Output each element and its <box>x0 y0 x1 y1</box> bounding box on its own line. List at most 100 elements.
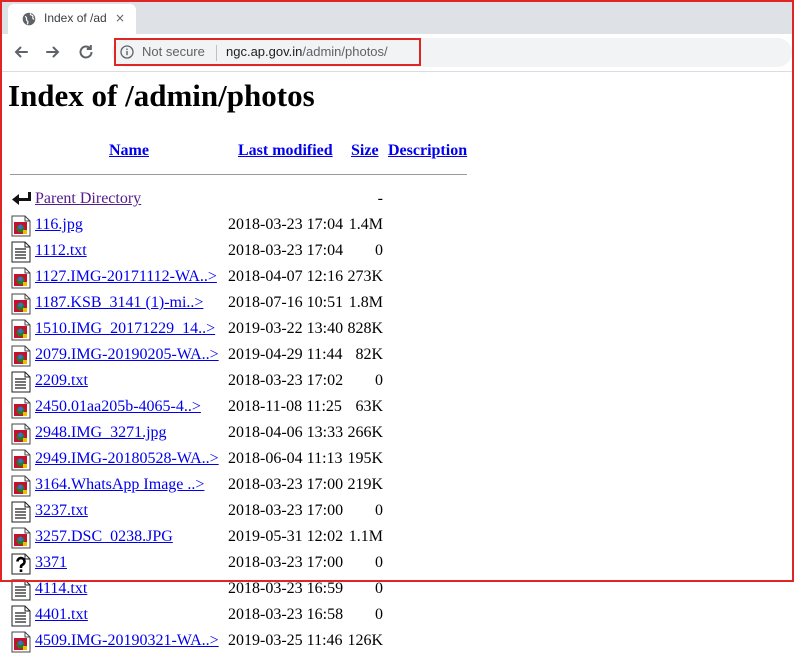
table-row: 4114.txt 2018-03-23 16:59 0 <box>0 576 480 602</box>
page-title: Index of /admin/photos <box>8 78 315 113</box>
file-link[interactable]: 3164.WhatsApp Image ..> <box>35 476 204 494</box>
last-modified-cell: 2018-03-23 16:58 <box>228 606 344 623</box>
last-modified-cell: 2018-07-16 10:51 <box>228 294 344 311</box>
table-row: 3371 2018-03-23 17:00 0 <box>0 550 480 576</box>
last-modified-cell: 2018-03-23 17:02 <box>228 372 344 389</box>
size-cell: 82K <box>355 346 383 363</box>
image-icon[interactable] <box>11 449 31 471</box>
size-cell: 1.8M <box>348 294 383 311</box>
unknown-icon[interactable] <box>11 553 31 575</box>
reload-button[interactable] <box>75 41 97 63</box>
last-modified-cell: 2018-04-07 12:16 <box>228 268 344 285</box>
file-link[interactable]: 4509.IMG-20190321-WA..> <box>35 632 219 650</box>
size-cell: 828K <box>347 320 383 337</box>
table-row: 3257.DSC_0238.JPG 2019-05-31 12:02 1.1M <box>0 524 480 550</box>
file-link[interactable]: 4114.txt <box>35 580 87 598</box>
table-row: 1187.KSB_3141 (1)-mi..> 2018-07-16 10:51 1… <box>0 290 480 316</box>
last-modified-cell: 2018-03-23 17:04 <box>228 242 344 259</box>
file-link[interactable]: 2450.01aa205b-4065-4..> <box>35 398 201 416</box>
size-cell: - <box>377 190 383 207</box>
file-link[interactable]: 1187.KSB_3141 (1)-mi..> <box>35 294 203 312</box>
size-cell: 0 <box>375 606 383 623</box>
globe-icon <box>22 12 36 26</box>
file-link[interactable]: 2209.txt <box>35 372 88 390</box>
last-modified-cell: 2018-04-06 13:33 <box>228 424 344 441</box>
image-icon[interactable] <box>11 293 31 315</box>
last-modified-cell: 2018-11-08 11:25 <box>228 398 342 415</box>
text-icon[interactable] <box>11 501 31 523</box>
column-header-size[interactable]: Size <box>351 142 379 160</box>
image-icon[interactable] <box>11 631 31 653</box>
last-modified-cell: 2018-03-23 17:00 <box>228 502 344 519</box>
last-modified-cell: 2018-03-23 17:00 <box>228 554 344 571</box>
column-header-last-modified[interactable]: Last modified <box>238 142 333 160</box>
last-modified-cell: 2018-03-23 17:00 <box>228 476 344 493</box>
image-icon[interactable] <box>11 345 31 367</box>
header-divider <box>10 174 467 175</box>
parent-directory-row: Parent Directory - <box>0 186 480 212</box>
reload-icon <box>79 45 93 59</box>
size-cell: 126K <box>347 632 383 649</box>
table-row: 4401.txt 2018-03-23 16:58 0 <box>0 602 480 628</box>
text-icon[interactable] <box>11 241 31 263</box>
file-link[interactable]: 1127.IMG-20171112-WA..> <box>35 268 217 286</box>
tab-title: Index of /ad <box>44 11 106 25</box>
size-cell: 219K <box>347 476 383 493</box>
image-icon[interactable] <box>11 215 31 237</box>
size-cell: 273K <box>347 268 383 285</box>
file-link[interactable]: 3257.DSC_0238.JPG <box>35 528 173 546</box>
table-row: 3237.txt 2018-03-23 17:00 0 <box>0 498 480 524</box>
last-modified-cell: 2019-03-25 11:46 <box>228 632 343 649</box>
table-row: 116.jpg 2018-03-23 17:04 1.4M <box>0 212 480 238</box>
table-row: 2209.txt 2018-03-23 17:02 0 <box>0 368 480 394</box>
last-modified-cell: 2019-05-31 12:02 <box>228 528 344 545</box>
column-header-description[interactable]: Description <box>388 142 467 160</box>
parent-directory-link[interactable]: Parent Directory <box>35 190 141 208</box>
last-modified-cell: 2019-04-29 11:44 <box>228 346 343 363</box>
close-icon[interactable]: × <box>112 10 128 26</box>
column-header-name[interactable]: Name <box>109 142 149 160</box>
file-link[interactable]: 2079.IMG-20190205-WA..> <box>35 346 219 364</box>
table-row: 2079.IMG-20190205-WA..> 2019-04-29 11:44 8… <box>0 342 480 368</box>
table-row: 2948.IMG_3271.jpg 2018-04-06 13:33 266K <box>0 420 480 446</box>
text-icon[interactable] <box>11 579 31 601</box>
size-cell: 0 <box>375 242 383 259</box>
size-cell: 195K <box>347 450 383 467</box>
file-link[interactable]: 1510.IMG_20171229_14..> <box>35 320 215 338</box>
tab-strip: Index of /ad × <box>0 0 794 34</box>
file-link[interactable]: 3237.txt <box>35 502 88 520</box>
file-link[interactable]: 1112.txt <box>35 242 87 260</box>
table-row: 1510.IMG_20171229_14..> 2019-03-22 13:40 8… <box>0 316 480 342</box>
back-icon[interactable] <box>11 189 31 211</box>
table-row: 1112.txt 2018-03-23 17:04 0 <box>0 238 480 264</box>
size-cell: 266K <box>347 424 383 441</box>
last-modified-cell: 2018-06-04 11:13 <box>228 450 343 467</box>
arrow-left-icon <box>14 46 28 58</box>
image-icon[interactable] <box>11 475 31 497</box>
file-link[interactable]: 3371 <box>35 554 67 572</box>
size-cell: 63K <box>355 398 383 415</box>
image-icon[interactable] <box>11 319 31 341</box>
file-link[interactable]: 2948.IMG_3271.jpg <box>35 424 167 442</box>
size-cell: 0 <box>375 372 383 389</box>
back-button[interactable] <box>10 41 32 63</box>
file-link[interactable]: 4401.txt <box>35 606 88 624</box>
size-cell: 0 <box>375 580 383 597</box>
image-icon[interactable] <box>11 397 31 419</box>
table-row: 2949.IMG-20180528-WA..> 2018-06-04 11:13 1… <box>0 446 480 472</box>
file-link[interactable]: 2949.IMG-20180528-WA..> <box>35 450 219 468</box>
last-modified-cell: 2018-03-23 16:59 <box>228 580 344 597</box>
forward-button[interactable] <box>42 41 64 63</box>
image-icon[interactable] <box>11 527 31 549</box>
size-cell: 0 <box>375 554 383 571</box>
image-icon[interactable] <box>11 423 31 445</box>
table-row: 4509.IMG-20190321-WA..> 2019-03-25 11:46 1… <box>0 628 480 654</box>
file-link[interactable]: 116.jpg <box>35 216 83 234</box>
table-row: 3164.WhatsApp Image ..> 2018-03-23 17:00 2… <box>0 472 480 498</box>
browser-tab[interactable]: Index of /ad × <box>8 4 136 34</box>
text-icon[interactable] <box>11 605 31 627</box>
table-row: 2450.01aa205b-4065-4..> 2018-11-08 11:25 6… <box>0 394 480 420</box>
url-highlight-box <box>114 38 421 66</box>
text-icon[interactable] <box>11 371 31 393</box>
image-icon[interactable] <box>11 267 31 289</box>
